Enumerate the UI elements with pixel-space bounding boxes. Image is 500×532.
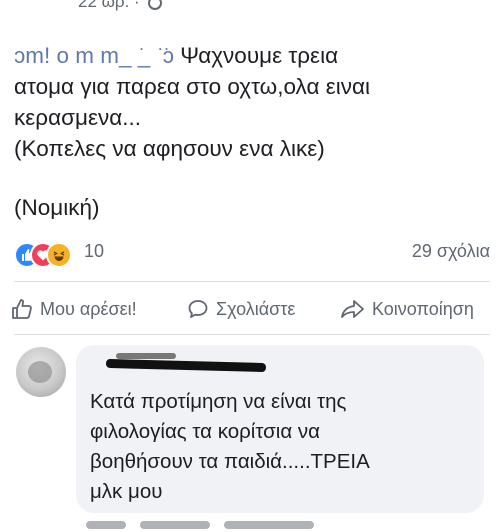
like-label: Μου αρέσει! (40, 298, 137, 319)
divider (14, 334, 490, 335)
comment-bubble: Κατά προτίμηση να είναι της φιλολογίας τ… (76, 345, 484, 513)
cutoff-mark (224, 521, 314, 529)
post-footer-tag: (Νομική) (14, 195, 100, 220)
comment-label: Σχολιάστε (216, 298, 296, 319)
post-line-0: Ψαχνουμε τρεια (180, 43, 339, 68)
thumbs-up-icon (12, 299, 32, 319)
post-first-line: ɔm! ο m m_ ͘_ ͘ ͘ͻ Ψαχνουμε τρεια (14, 40, 494, 71)
comment-count[interactable]: 29 σχόλια (412, 241, 490, 262)
comment-line-0: Κατά προτίμηση να είναι της (90, 390, 347, 413)
haha-icon (46, 242, 72, 268)
reaction-count[interactable]: 10 (84, 241, 104, 262)
redacted-commenter-name[interactable] (105, 358, 267, 373)
share-button[interactable]: Κοινοποίηση (340, 292, 474, 326)
comment-actions-cutoff (86, 516, 476, 529)
avatar-image (28, 361, 52, 383)
cutoff-mark (86, 521, 126, 529)
post-actions: Μου αρέσει! Σχολιάστε Κοινοποίηση (0, 292, 500, 326)
globe-icon (148, 0, 163, 10)
comment-line-3: μλκ μου (90, 480, 163, 503)
divider (14, 281, 490, 282)
post-timestamp[interactable]: 22 ωρ. · (78, 0, 163, 12)
tagged-user-blurred[interactable]: ɔm! ο m m_ ͘_ ͘ ͘ͻ (14, 43, 174, 68)
comment-button[interactable]: Σχολιάστε (186, 292, 295, 326)
comment-text: Κατά προτίμηση να είναι της φιλολογίας τ… (90, 387, 475, 507)
like-button[interactable]: Μου αρέσει! (10, 292, 137, 326)
commenter-avatar[interactable] (16, 347, 66, 397)
cutoff-mark (140, 521, 210, 529)
redaction-mark (116, 353, 176, 359)
post-time-text: 22 ωρ. · (78, 0, 145, 11)
post-line-2: κερασμενα... (14, 105, 141, 130)
post-body: ɔm! ο m m_ ͘_ ͘ ͘ͻ Ψαχνουμε τρεια ατομα … (14, 40, 494, 223)
reactions-summary[interactable]: 10 29 σχόλια (14, 240, 490, 268)
comment-line-1: φιλολογίας τα κορίτσια να (90, 420, 321, 443)
share-icon (341, 300, 364, 318)
comment-line-2: βοηθήσουν τα παιδιά.....ΤΡΕΙΑ (90, 450, 370, 473)
comment-icon (188, 300, 208, 318)
post-line-1: ατομα για παρεα στο οχτω,ολα ειναι (14, 74, 370, 99)
share-label: Κοινοποίηση (372, 298, 474, 319)
post-line-3: (Κοπελες να αφησουν ενα λικε) (14, 136, 325, 161)
